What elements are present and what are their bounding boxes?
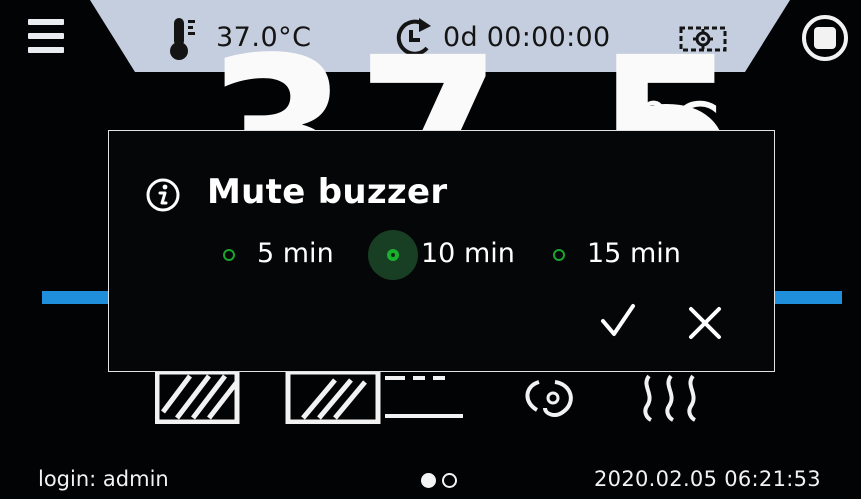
menu-bar-icon [28, 47, 64, 53]
radio-icon [553, 249, 565, 261]
radio-icon [223, 249, 235, 261]
option-label: 15 min [587, 238, 681, 269]
option-label: 10 min [421, 238, 515, 269]
main-screen: 37.0°C 0d 00:00:00 37.5 °C [0, 0, 861, 499]
confirm-button[interactable] [599, 301, 639, 341]
date-time: 2020.02.05 06:21:53 [594, 467, 821, 491]
cancel-button[interactable] [685, 303, 725, 343]
stop-button[interactable] [800, 13, 850, 63]
fan-icon[interactable] [515, 372, 605, 424]
info-icon [146, 178, 180, 212]
dialog-title: Mute buzzer [207, 172, 448, 212]
radio-selected-icon [387, 249, 399, 261]
mute-buzzer-dialog: Mute buzzer 5 min 10 min 15 min [108, 130, 775, 372]
menu-bar-icon [28, 33, 64, 39]
door-icon[interactable] [285, 372, 465, 424]
page-dot-1[interactable] [421, 473, 436, 488]
temperature-bar-right [770, 291, 842, 304]
option-label: 5 min [257, 238, 334, 269]
page-dot-2[interactable] [442, 473, 457, 488]
heating-icon[interactable] [637, 372, 717, 424]
shelf-icon[interactable] [155, 372, 240, 424]
thermometer-icon [170, 18, 195, 60]
login-status: login: admin [38, 467, 169, 491]
menu-bar-icon [28, 19, 64, 25]
menu-button[interactable] [26, 15, 70, 59]
